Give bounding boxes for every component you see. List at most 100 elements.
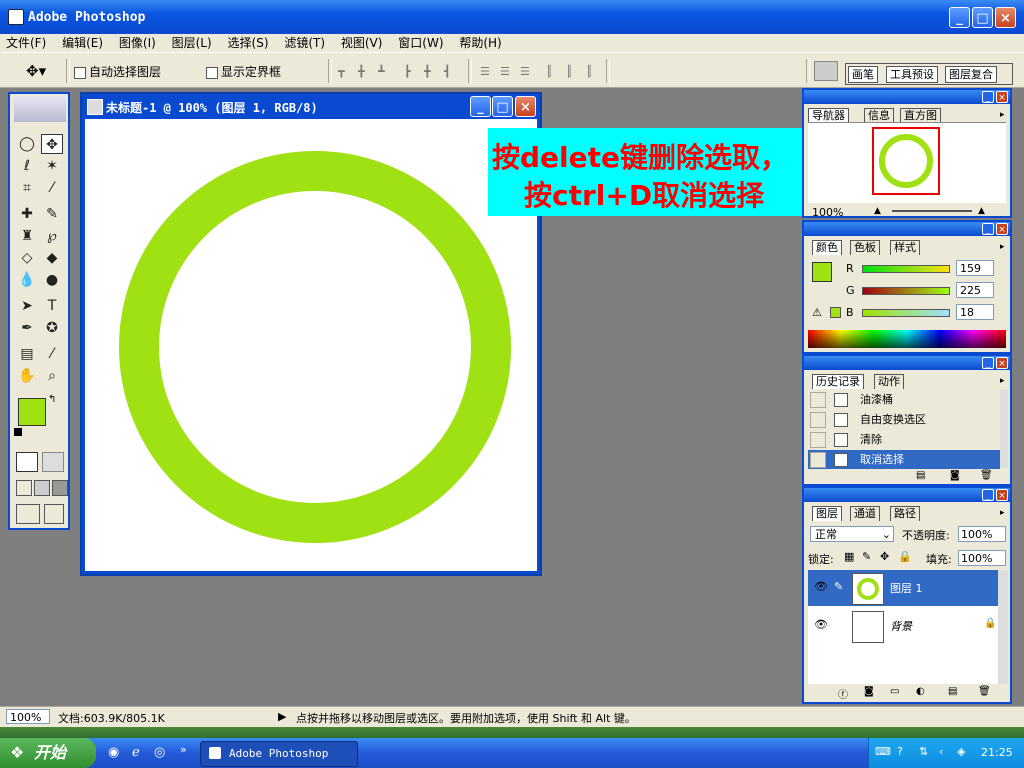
navigator-view-box[interactable] [872, 127, 940, 195]
history-brush-tool-icon[interactable]: ℘ [41, 226, 63, 246]
align-vcenter-icon[interactable]: ╋ [358, 65, 376, 79]
distribute-bottom-icon[interactable]: ☰ [520, 65, 538, 79]
lock-transparency-icon[interactable]: ▦ [844, 550, 854, 563]
eraser-tool-icon[interactable]: ◇ [16, 248, 38, 268]
new-snapshot-icon[interactable]: ◙ [950, 470, 960, 481]
taskbar-item-photoshop[interactable]: Adobe Photoshop [200, 741, 358, 767]
history-item[interactable]: 油漆桶 [808, 390, 1000, 409]
menu-file[interactable]: 文件(F) [0, 34, 52, 52]
standard-mode-icon[interactable] [16, 452, 38, 472]
document-close-button[interactable]: × [515, 96, 536, 117]
layer-row-layer1[interactable]: 👁 ✎ 图层 1 [808, 570, 1000, 606]
menu-window[interactable]: 窗口(W) [392, 34, 449, 52]
collapse-tray-icon[interactable]: ‹ [939, 745, 943, 758]
menu-help[interactable]: 帮助(H) [453, 34, 507, 52]
close-button[interactable]: × [995, 7, 1016, 28]
lock-image-icon[interactable]: ✎ [862, 550, 871, 563]
distribute-left-icon[interactable]: ║ [546, 65, 564, 79]
keyboard-icon[interactable]: ⌨ [875, 745, 891, 758]
red-slider[interactable] [862, 265, 950, 273]
zoom-out-icon[interactable]: ▲ [874, 206, 881, 216]
pen-tool-icon[interactable]: ✒ [16, 318, 38, 338]
align-left-icon[interactable]: ┣ [404, 65, 422, 79]
menu-edit[interactable]: 编辑(E) [56, 34, 109, 52]
feather-logo-icon[interactable] [14, 96, 66, 122]
tab-layer-comps[interactable]: 图层复合 [945, 66, 997, 83]
tab-paths[interactable]: 路径 [890, 506, 920, 521]
type-tool-icon[interactable]: T [41, 296, 63, 316]
menu-view[interactable]: 视图(V) [335, 34, 389, 52]
document-maximize-button[interactable]: □ [492, 96, 513, 117]
checkbox-box[interactable] [74, 66, 86, 79]
zoom-tool-icon[interactable]: ⌕ [41, 366, 63, 386]
menu-layer[interactable]: 图层(L) [166, 34, 218, 52]
fill-input[interactable]: 100% [958, 550, 1006, 566]
panel-minimize-button[interactable]: _ [982, 357, 994, 369]
add-layer-style-icon[interactable]: ⓕ [838, 686, 848, 701]
start-button[interactable]: ❖ 开始 [0, 738, 96, 768]
new-group-icon[interactable]: ▭ [890, 686, 899, 697]
red-value-input[interactable]: 159 [956, 260, 994, 276]
move-tool-preset-icon[interactable]: ✥▾ [26, 62, 46, 80]
screen-mode-full-icon[interactable] [52, 480, 68, 496]
tab-swatches[interactable]: 色板 [850, 240, 880, 255]
quick-mask-mode-icon[interactable] [42, 452, 64, 472]
crop-tool-icon[interactable]: ⌗ [16, 178, 38, 198]
history-snapshot-box[interactable] [810, 412, 826, 428]
healing-brush-tool-icon[interactable]: ✚ [16, 204, 38, 224]
blur-tool-icon[interactable]: 💧 [16, 270, 38, 290]
gamut-color-swatch[interactable] [830, 307, 841, 318]
distribute-hcenter-icon[interactable]: ║ [566, 65, 584, 79]
add-mask-icon[interactable]: ◙ [864, 686, 874, 697]
navigator-zoom-value[interactable]: 100% [812, 206, 843, 219]
blue-slider[interactable] [862, 309, 950, 317]
blend-mode-select[interactable]: 正常 ⌄ [810, 526, 894, 542]
distribute-top-icon[interactable]: ☰ [480, 65, 498, 79]
history-snapshot-box[interactable] [810, 452, 826, 468]
tab-color[interactable]: 颜色 [812, 240, 842, 255]
custom-shape-tool-icon[interactable]: ✪ [41, 318, 63, 338]
lasso-tool-icon[interactable]: ℓ [16, 156, 38, 176]
brush-link-icon[interactable]: ✎ [834, 580, 843, 593]
gamut-warning-icon[interactable]: ⚠ [812, 306, 822, 319]
panel-menu-arrow-icon[interactable]: ▸ [1000, 110, 1005, 120]
adjustment-layer-icon[interactable]: ◐ [916, 686, 925, 697]
chevron-right-icon[interactable]: » [180, 743, 187, 756]
history-item[interactable]: 清除 [808, 430, 1000, 449]
internet-explorer-icon[interactable]: ℯ [132, 745, 140, 760]
help-icon[interactable]: ? [897, 745, 903, 758]
show-desktop-icon[interactable]: ◉ [108, 745, 119, 760]
dodge-tool-icon[interactable]: ● [41, 270, 63, 290]
network-icon[interactable]: ⇅ [919, 745, 928, 758]
panel-close-button[interactable]: × [996, 223, 1008, 235]
lock-all-icon[interactable]: 🔒 [898, 550, 912, 563]
panel-minimize-button[interactable]: _ [982, 91, 994, 103]
delete-layer-icon[interactable]: 🗑 [978, 686, 991, 697]
canvas[interactable] [85, 119, 537, 571]
panel-minimize-button[interactable]: _ [982, 223, 994, 235]
tab-histogram[interactable]: 直方图 [900, 108, 941, 123]
history-scrollbar[interactable] [1000, 390, 1008, 468]
slice-tool-icon[interactable]: ⁄ [41, 178, 63, 198]
panel-menu-arrow-icon[interactable]: ▸ [1000, 376, 1005, 386]
tab-actions[interactable]: 动作 [874, 374, 904, 389]
eye-icon[interactable]: 👁 [814, 618, 828, 631]
tab-history[interactable]: 历史记录 [812, 374, 864, 389]
delete-state-icon[interactable]: 🗑 [980, 470, 993, 481]
tab-navigator[interactable]: 导航器 [808, 108, 849, 123]
quicklaunch-app-icon[interactable]: ◎ [154, 745, 165, 760]
marquee-tool-icon[interactable]: ◯ [16, 134, 38, 154]
magic-wand-tool-icon[interactable]: ✶ [41, 156, 63, 176]
color-spectrum-bar[interactable] [808, 330, 1006, 348]
auto-select-layer-checkbox[interactable]: 自动选择图层 [74, 63, 161, 80]
paint-bucket-tool-icon[interactable]: ◆ [41, 248, 63, 268]
opacity-input[interactable]: 100% [958, 526, 1006, 542]
panel-menu-arrow-icon[interactable]: ▸ [1000, 508, 1005, 518]
zoom-in-icon[interactable]: ▲ [978, 206, 985, 216]
eyedropper-tool-icon[interactable]: ⁄ [41, 344, 63, 364]
lock-position-icon[interactable]: ✥ [880, 550, 889, 563]
show-bounds-checkbox[interactable]: 显示定界框 [206, 63, 281, 80]
history-snapshot-box[interactable] [810, 432, 826, 448]
panel-menu-arrow-icon[interactable]: ▸ [1000, 242, 1005, 252]
volume-icon[interactable]: ◈ [957, 745, 965, 758]
